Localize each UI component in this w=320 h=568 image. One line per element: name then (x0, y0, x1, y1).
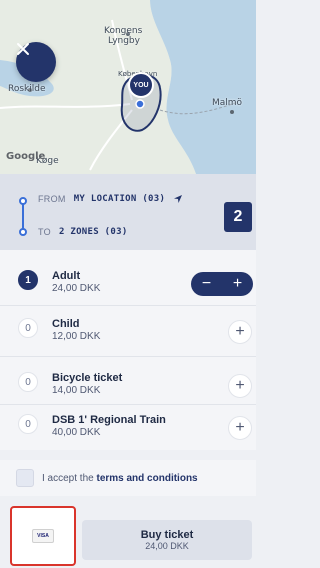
add-regional-train-button[interactable]: + (228, 416, 252, 440)
from-row[interactable]: FROM MY LOCATION (03) (38, 194, 183, 204)
decrease-button[interactable]: − (202, 275, 211, 293)
increase-button[interactable]: + (233, 275, 242, 293)
ticket-price: 24,00 DKK (52, 283, 101, 294)
to-value: 2 ZONES (03) (58, 227, 128, 237)
add-child-button[interactable]: + (228, 320, 252, 344)
buy-ticket-label: Buy ticket (140, 529, 194, 541)
you-label: YOU (133, 81, 149, 89)
ticket-price: 14,00 DKK (52, 385, 101, 396)
ticket-name: Adult (52, 270, 81, 282)
from-label: FROM (38, 194, 66, 204)
buy-ticket-button[interactable]: Buy ticket 24,00 DKK (82, 520, 252, 560)
map-label-kongens: Kongens (104, 26, 143, 36)
location-arrow-icon (174, 195, 183, 203)
from-dot-icon (19, 197, 27, 205)
map-label-malmo: Malmö (212, 98, 243, 108)
zone-count-badge[interactable]: 2 (224, 202, 252, 232)
map-label-lyngby: Lyngby (108, 36, 140, 46)
ticket-quantity: 0 (18, 414, 38, 434)
to-label: TO (38, 227, 51, 237)
credit-card-icon: VISA (32, 529, 54, 543)
terms-prefix: I accept the (42, 472, 97, 484)
terms-row: I accept the terms and conditions (0, 460, 256, 496)
from-value: MY LOCATION (03) (73, 194, 166, 204)
terms-link[interactable]: terms and conditions (96, 473, 197, 484)
map-label-roskilde: Roskilde (8, 84, 46, 94)
add-bicycle-button[interactable]: + (228, 374, 252, 398)
ticket-name: Child (52, 318, 80, 330)
checkout-footer: VISA Buy ticket 24,00 DKK (0, 500, 256, 568)
ticket-name: DSB 1' Regional Train (52, 414, 166, 426)
to-row[interactable]: TO 2 ZONES (03) (38, 227, 128, 237)
route-panel (0, 174, 256, 250)
payment-method-button[interactable]: VISA (10, 506, 76, 566)
card-brand: VISA (37, 533, 49, 539)
terms-text: I accept the terms and conditions (42, 473, 198, 484)
ticket-row-regional-train: 0 DSB 1' Regional Train 40,00 DKK + (0, 402, 256, 452)
ticket-quantity: 0 (18, 318, 38, 338)
google-logo: Google (6, 151, 46, 162)
ticket-quantity: 1 (18, 270, 38, 290)
ticket-price: 40,00 DKK (52, 427, 101, 438)
ticket-quantity: 0 (18, 372, 38, 392)
you-location-marker[interactable]: YOU (128, 72, 154, 98)
zone-count: 2 (233, 208, 243, 225)
quantity-stepper: − + (191, 272, 253, 296)
close-icon (17, 43, 29, 55)
to-dot-icon (19, 228, 27, 236)
close-button[interactable] (16, 42, 56, 82)
buy-ticket-price: 24,00 DKK (145, 541, 189, 551)
divider (0, 356, 256, 357)
ticket-price: 12,00 DKK (52, 331, 101, 342)
ticket-row-adult: 1 Adult 24,00 DKK − + (0, 258, 256, 308)
ticket-list: 1 Adult 24,00 DKK − + 0 Child 12,00 DKK … (0, 250, 256, 450)
ticket-row-child: 0 Child 12,00 DKK + (0, 306, 256, 356)
ticket-name: Bicycle ticket (52, 372, 123, 384)
map-view[interactable]: Kongens Lyngby Roskilde Malmö København … (0, 0, 256, 174)
terms-checkbox[interactable] (16, 469, 34, 487)
